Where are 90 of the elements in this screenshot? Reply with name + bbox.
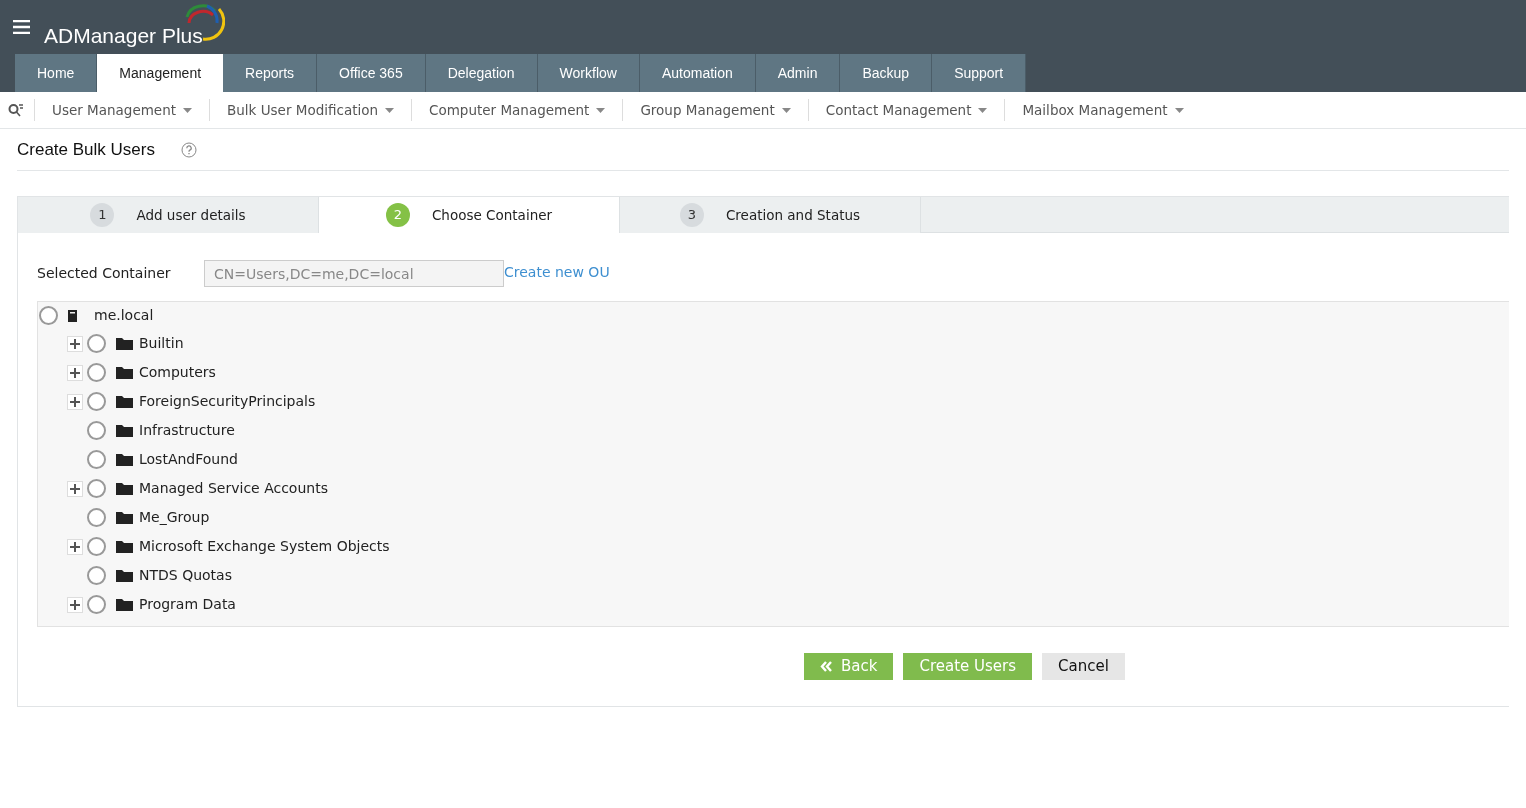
tree-item-label: Managed Service Accounts <box>139 479 328 498</box>
submenu-item[interactable]: Computer Management <box>429 99 606 121</box>
folder-icon <box>116 337 133 350</box>
wizard-step[interactable]: 3 Creation and Status <box>620 197 921 233</box>
folder-icon <box>116 482 133 495</box>
caret-icon <box>781 107 791 113</box>
step-number: 3 <box>679 203 704 227</box>
radio-button[interactable] <box>87 508 106 527</box>
wizard-step[interactable]: 2 Choose Container <box>319 197 620 233</box>
double-chevron-icon <box>820 661 833 672</box>
tree-item-label: ForeignSecurityPrincipals <box>139 392 316 411</box>
tree-item-label: Me_Group <box>139 508 210 527</box>
nav-tab[interactable]: Reports <box>223 54 318 92</box>
nav-tab[interactable]: Management <box>97 54 224 92</box>
radio-button[interactable] <box>87 334 106 353</box>
tree-row[interactable]: ForeignSecurityPrincipals <box>38 387 1509 416</box>
folder-icon <box>116 395 133 408</box>
nav-tab[interactable]: Automation <box>639 54 756 92</box>
nav-tab[interactable]: Backup <box>840 54 933 92</box>
step-label: Add user details <box>136 205 246 225</box>
caret-icon <box>596 107 606 113</box>
folder-icon <box>116 453 133 466</box>
nav-tab[interactable]: Support <box>932 54 1027 92</box>
tree-row[interactable]: Builtin <box>38 329 1509 358</box>
expand-icon[interactable] <box>67 596 83 613</box>
nav-tab[interactable]: Home <box>15 54 98 92</box>
page-title: Create Bulk Users <box>17 138 155 161</box>
tree-item-label: me.local <box>94 306 154 325</box>
tree-item-label: Program Data <box>139 595 236 614</box>
tree-row[interactable]: me.local <box>38 302 1509 329</box>
nav-tab[interactable]: Workflow <box>537 54 640 92</box>
caret-icon <box>183 107 192 113</box>
step-label: Choose Container <box>431 205 553 225</box>
expand-icon[interactable] <box>67 480 83 497</box>
radio-button[interactable] <box>87 566 106 585</box>
cancel-button[interactable]: Cancel <box>1042 653 1125 680</box>
expand-icon[interactable] <box>67 393 83 410</box>
caret-icon <box>978 107 988 113</box>
radio-button[interactable] <box>39 306 58 325</box>
radio-button[interactable] <box>87 421 106 440</box>
tree-row[interactable]: Program Data <box>38 590 1509 619</box>
folder-icon <box>116 540 133 553</box>
tree-item-label: Microsoft Exchange System Objects <box>139 537 390 556</box>
step-number: 1 <box>90 203 115 227</box>
radio-button[interactable] <box>87 363 106 382</box>
expand-icon[interactable] <box>67 538 83 555</box>
submenu-item[interactable]: Group Management <box>640 99 791 121</box>
tree-row[interactable]: Computers <box>38 358 1509 387</box>
search-icon[interactable] <box>8 103 24 117</box>
caret-icon <box>1174 107 1184 113</box>
tree-item-label: Builtin <box>139 334 184 353</box>
radio-button[interactable] <box>87 392 106 411</box>
tree-row[interactable]: NTDS Quotas <box>38 561 1509 590</box>
tree-row[interactable]: Infrastructure <box>38 416 1509 445</box>
tree-row[interactable]: Managed Service Accounts <box>38 474 1509 503</box>
submenu-item[interactable]: Bulk User Modification <box>227 99 395 121</box>
submenu-item[interactable]: User Management <box>52 99 192 121</box>
nav-tab[interactable]: Delegation <box>425 54 538 92</box>
radio-button[interactable] <box>87 479 106 498</box>
tree-item-label: Infrastructure <box>139 421 235 440</box>
help-icon[interactable] <box>180 141 197 158</box>
folder-icon <box>116 511 133 524</box>
submenu-item[interactable]: Mailbox Management <box>1022 99 1184 121</box>
folder-icon <box>116 598 133 611</box>
wizard-step[interactable]: 1 Add user details <box>18 197 319 233</box>
folder-icon <box>116 424 133 437</box>
menu-icon[interactable] <box>13 20 30 34</box>
expand-icon[interactable] <box>67 335 83 352</box>
field-label: Selected Container <box>37 264 172 283</box>
tree-item-label: LostAndFound <box>139 450 238 469</box>
tree-item-label: NTDS Quotas <box>139 566 232 585</box>
folder-icon <box>116 366 133 379</box>
tree-item-label: Computers <box>139 363 216 382</box>
expand-icon[interactable] <box>67 364 83 381</box>
folder-icon <box>116 569 133 582</box>
radio-button[interactable] <box>87 595 106 614</box>
step-label: Creation and Status <box>725 205 861 225</box>
tree-row[interactable]: Me_Group <box>38 503 1509 532</box>
app-logo-text: ADManager Plus <box>44 22 203 49</box>
step-number: 2 <box>385 203 410 227</box>
nav-tab[interactable]: Admin <box>755 54 841 92</box>
submenu-item[interactable]: Contact Management <box>825 99 988 121</box>
caret-icon <box>385 107 395 113</box>
nav-tab[interactable]: Office 365 <box>317 54 426 92</box>
tree-row[interactable]: LostAndFound <box>38 445 1509 474</box>
domain-icon <box>68 309 77 322</box>
create-ou-link[interactable]: Create new OU <box>504 261 610 283</box>
tree-row[interactable]: Microsoft Exchange System Objects <box>38 532 1509 561</box>
radio-button[interactable] <box>87 537 106 556</box>
radio-button[interactable] <box>87 450 106 469</box>
